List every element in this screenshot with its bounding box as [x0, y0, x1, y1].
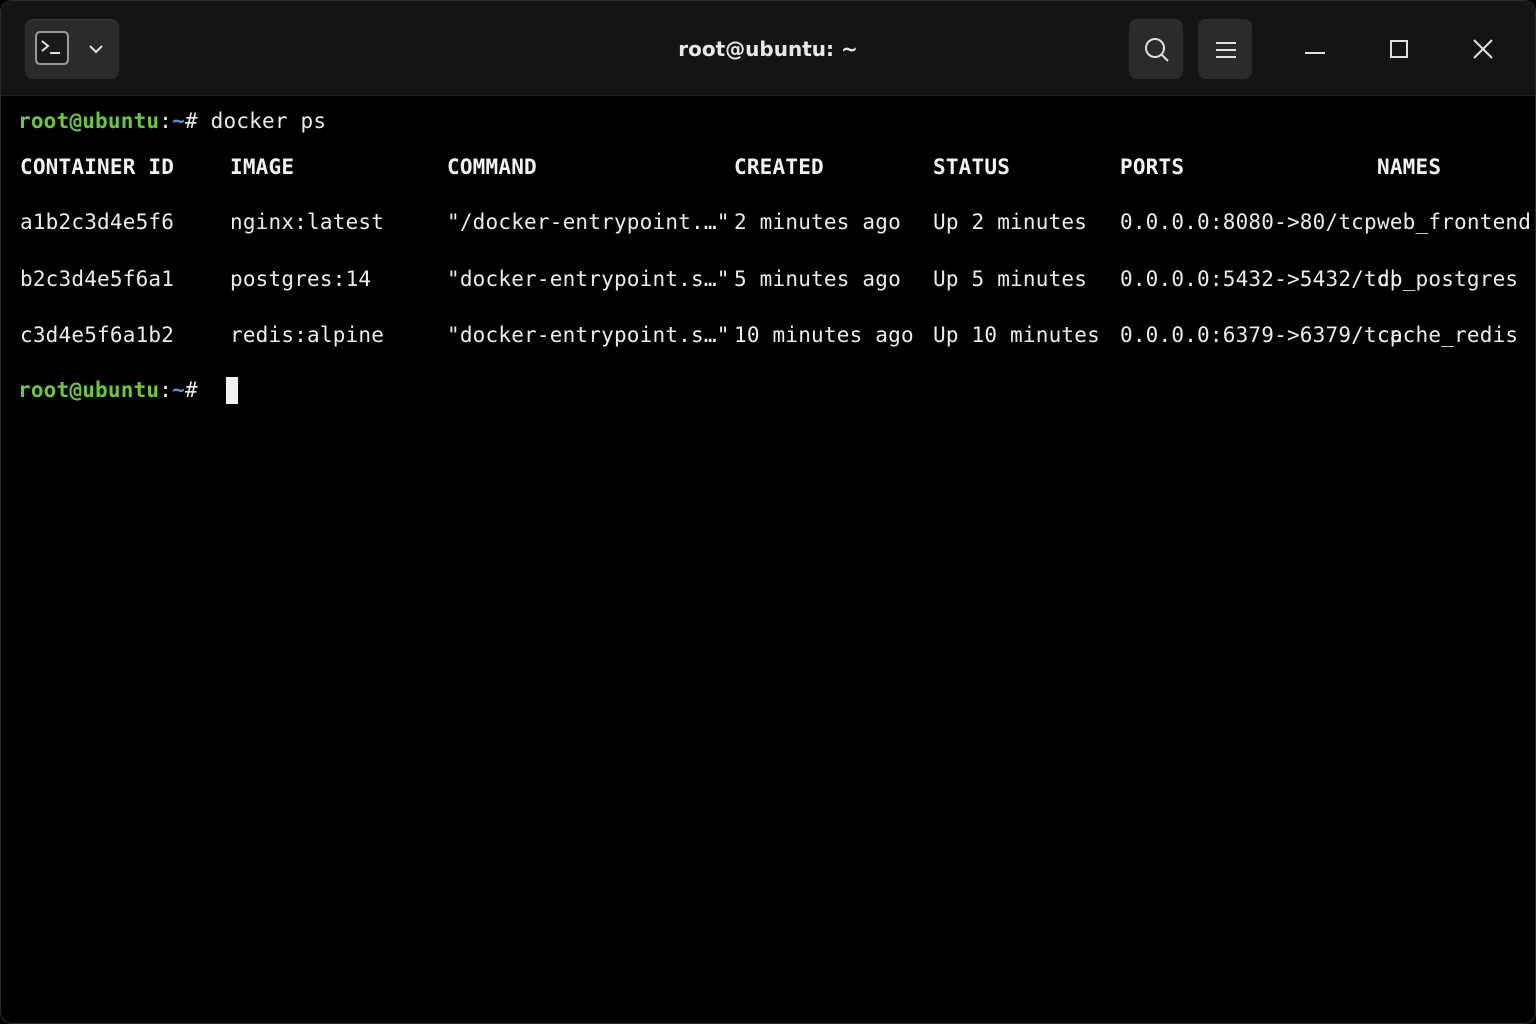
header-ports: PORTS	[1120, 155, 1185, 179]
prompt-user-host: root@ubuntu	[18, 378, 160, 402]
prompt-symbol: #	[184, 109, 198, 133]
prompt-user-host: root@ubuntu	[18, 109, 160, 133]
prompt-symbol: #	[184, 378, 198, 402]
names-cell: cache_redis	[1377, 323, 1519, 347]
prompt-colon: :	[159, 109, 173, 133]
container-id-cell: c3d4e5f6a1b2	[20, 323, 175, 347]
command-cell: "docker-entrypoint.s…"	[447, 267, 730, 291]
image-cell: redis:alpine	[230, 323, 385, 347]
container-id-cell: a1b2c3d4e5f6	[20, 210, 175, 234]
command-cell: "/docker-entrypoint.…"	[447, 210, 730, 234]
created-cell: 2 minutes ago	[734, 210, 901, 234]
ports-cell: 0.0.0.0:6379->6379/tcp	[1120, 323, 1403, 347]
prompt-line: root@ubuntu:~# docker ps	[18, 109, 326, 133]
terminal-window: root@ubuntu: ~ root@ubuntu:~# docker ps …	[0, 0, 1536, 1024]
names-cell: db_postgres	[1377, 267, 1519, 291]
minimize-button[interactable]	[1293, 27, 1337, 71]
search-button[interactable]	[1129, 19, 1183, 79]
prompt-colon: :	[159, 378, 173, 402]
title-bar: root@ubuntu: ~	[1, 1, 1535, 96]
header-command: COMMAND	[447, 155, 537, 179]
command-cell: "docker-entrypoint.s…"	[447, 323, 730, 347]
status-cell: Up 5 minutes	[933, 267, 1088, 291]
prompt-line: root@ubuntu:~#	[18, 378, 198, 402]
prompt-path: ~	[172, 109, 185, 133]
header-created: CREATED	[734, 155, 824, 179]
ports-cell: 0.0.0.0:8080->80/tcp	[1120, 210, 1377, 234]
names-cell: web_frontend	[1377, 210, 1532, 234]
status-cell: Up 2 minutes	[933, 210, 1088, 234]
header-names: NAMES	[1377, 155, 1442, 179]
maximize-button[interactable]	[1377, 27, 1421, 71]
close-button[interactable]	[1461, 27, 1505, 71]
created-cell: 5 minutes ago	[734, 267, 901, 291]
ports-cell: 0.0.0.0:5432->5432/tcp	[1120, 267, 1403, 291]
container-id-cell: b2c3d4e5f6a1	[20, 267, 175, 291]
menu-button[interactable]	[1198, 19, 1252, 79]
terminal-output[interactable]: root@ubuntu:~# docker ps CONTAINER ID IM…	[1, 96, 1535, 1023]
image-cell: postgres:14	[230, 267, 372, 291]
text-cursor	[226, 377, 238, 404]
prompt-path: ~	[172, 378, 185, 402]
status-cell: Up 10 minutes	[933, 323, 1100, 347]
created-cell: 10 minutes ago	[734, 323, 914, 347]
header-image: IMAGE	[230, 155, 295, 179]
command-text: docker ps	[210, 109, 327, 133]
header-container-id: CONTAINER ID	[20, 155, 175, 179]
header-status: STATUS	[933, 155, 1011, 179]
image-cell: nginx:latest	[230, 210, 385, 234]
